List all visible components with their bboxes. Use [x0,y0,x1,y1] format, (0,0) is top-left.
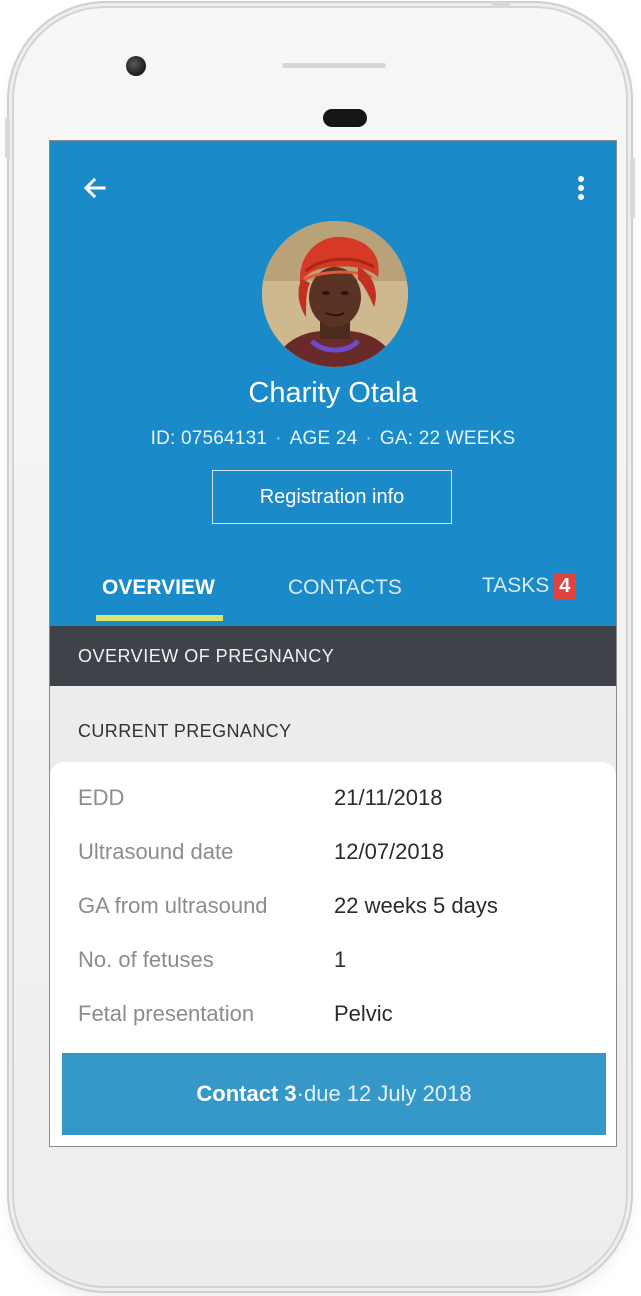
detail-value: 21/11/2018 [334,785,443,810]
detail-value: 12/07/2018 [334,839,445,864]
contact-due-date: due 12 July 2018 [304,1081,472,1106]
contact-number: Contact 3 [196,1081,297,1106]
tab-tasks[interactable]: TASKS 4 [482,574,577,599]
app-screen: Charity Otala ID: 07564131 · AGE 24 · GA: 22… [49,140,617,1147]
avatar-photo [262,221,408,367]
detail-label: Ultrasound date [78,839,234,864]
detail-label: EDD [78,785,125,810]
active-tab-indicator [96,615,223,621]
phone-side-button-left [5,118,10,158]
avatar [262,221,408,367]
proximity-sensor [323,109,367,127]
patient-id: ID: 07564131 [150,428,268,449]
phone-side-button-right [630,158,635,218]
contact-separator: · [296,1081,304,1106]
earpiece-speaker [282,63,386,68]
arrow-left-icon[interactable] [80,173,110,203]
detail-value: 1 [334,947,347,972]
tab-label: CONTACTS [288,576,402,599]
detail-label: Fetal presentation [78,1001,255,1026]
meta-separator: · [275,428,282,449]
tab-contacts[interactable]: CONTACTS [288,576,402,600]
tasks-count-badge: 4 [553,574,577,599]
detail-row: No. of fetuses 1 [78,947,598,977]
detail-label: No. of fetuses [78,947,214,972]
tab-label: OVERVIEW [102,576,215,599]
patient-name: Charity Otala [248,377,418,409]
detail-row: EDD 21/11/2018 [78,785,598,815]
tab-overview[interactable]: OVERVIEW [102,576,215,600]
section-header: OVERVIEW OF PREGNANCY [50,626,616,686]
next-contact-button[interactable]: Contact 3 · due 12 July 2018 [62,1053,606,1135]
patient-ga: GA: 22 WEEKS [379,428,516,449]
phone-side-button-top [492,2,510,8]
detail-value: 22 weeks 5 days [334,893,498,918]
patient-age: AGE 24 [289,428,358,449]
detail-value: Pelvic [334,1001,393,1026]
more-vert-icon[interactable] [571,173,591,203]
patient-header: Charity Otala ID: 07564131 · AGE 24 · GA: 22… [50,141,616,626]
patient-meta: ID: 07564131 · AGE 24 · GA: 22 WEEKS [50,428,616,450]
section-title: OVERVIEW OF PREGNANCY [78,645,335,666]
front-camera [126,56,146,76]
subsection-title: CURRENT PREGNANCY [78,721,292,741]
detail-row: GA from ultrasound 22 weeks 5 days [78,893,598,923]
registration-info-button[interactable]: Registration info [212,470,452,524]
tab-label: TASKS [482,574,550,597]
detail-label: GA from ultrasound [78,893,268,918]
detail-row: Fetal presentation Pelvic [78,1001,598,1031]
detail-row: Ultrasound date 12/07/2018 [78,839,598,869]
meta-separator: · [365,428,372,449]
